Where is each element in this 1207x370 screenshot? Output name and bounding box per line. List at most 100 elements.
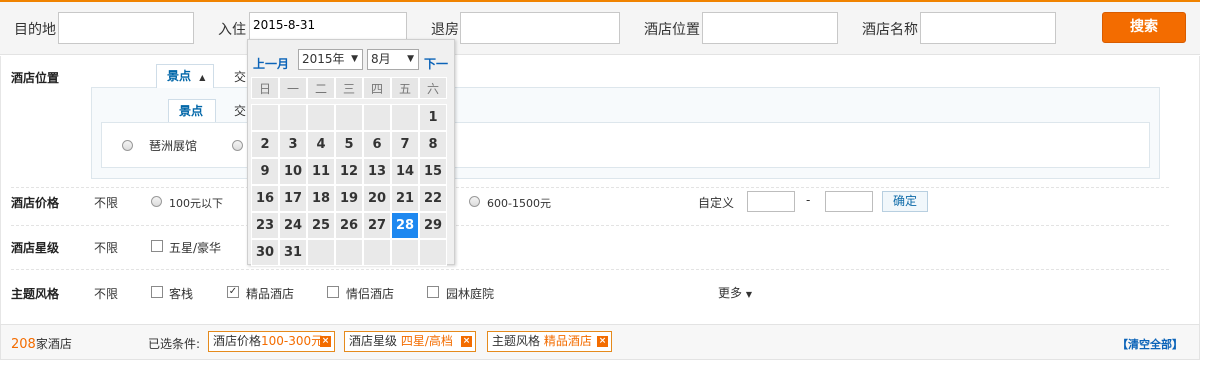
calendar-empty-cell — [363, 239, 391, 266]
tag-key: 主题风格 — [492, 334, 541, 348]
more-themes-link[interactable]: 更多 ▼ — [718, 284, 752, 301]
price-range-dash: - — [806, 193, 811, 207]
calendar-empty-cell — [391, 104, 419, 131]
calendar-day[interactable]: 4 — [307, 131, 335, 158]
calendar-day[interactable]: 9 — [251, 158, 279, 185]
theme-filter-label: 主题风格 — [11, 287, 60, 301]
result-count: 208家酒店 — [11, 335, 72, 352]
calendar-day[interactable]: 25 — [307, 212, 335, 239]
remove-tag-icon[interactable]: × — [320, 336, 331, 347]
calendar-day[interactable]: 31 — [279, 239, 307, 266]
checkbox-inn[interactable] — [151, 286, 163, 298]
weekday-header: 一 — [279, 77, 307, 99]
calendar-day[interactable]: 6 — [363, 131, 391, 158]
option-price-under-100[interactable]: 100元以下 — [169, 195, 223, 211]
calendar-day[interactable]: 22 — [419, 185, 447, 212]
radio-price-under-100[interactable] — [151, 196, 162, 207]
calendar-day[interactable]: 21 — [391, 185, 419, 212]
remove-tag-icon[interactable]: × — [597, 336, 608, 347]
option-garden[interactable]: 园林庭院 — [446, 285, 494, 302]
checkbox-garden[interactable] — [427, 286, 439, 298]
calendar-day[interactable]: 24 — [279, 212, 307, 239]
calendar-day[interactable]: 30 — [251, 239, 279, 266]
calendar-day[interactable]: 16 — [251, 185, 279, 212]
calendar-grid: 日一二三四五六 1 2 3 4 5 6 7 8 9 10 11 12 13 14 15 16 17 18 19 20 21… — [251, 77, 447, 266]
calendar-day[interactable]: 11 — [307, 158, 335, 185]
year-select[interactable]: 2015年 ▼ — [298, 49, 363, 70]
clear-all-link[interactable]: 【清空全部】 — [1117, 336, 1183, 352]
option-inn[interactable]: 客栈 — [169, 285, 193, 302]
calendar-day[interactable]: 2 — [251, 131, 279, 158]
calendar-day[interactable]: 7 — [391, 131, 419, 158]
price-min-input[interactable] — [747, 191, 795, 212]
calendar-day[interactable]: 19 — [335, 185, 363, 212]
remove-tag-icon[interactable]: × — [461, 336, 472, 347]
option-pazhou[interactable]: 琶洲展馆 — [149, 137, 197, 154]
calendar-day[interactable]: 17 — [279, 185, 307, 212]
calendar-day[interactable]: 23 — [251, 212, 279, 239]
calendar-day[interactable]: 14 — [391, 158, 419, 185]
checkin-label: 入住 — [218, 22, 246, 38]
chevron-down-icon: ▼ — [745, 290, 752, 299]
price-confirm-button[interactable]: 确定 — [882, 191, 928, 212]
calendar-empty-cell — [251, 104, 279, 131]
tab-traffic[interactable]: 交 — [234, 68, 246, 85]
calendar-day[interactable]: 27 — [363, 212, 391, 239]
more-label: 更多 — [718, 286, 743, 300]
option-couple[interactable]: 情侣酒店 — [346, 285, 394, 302]
weekday-header: 日 — [251, 77, 279, 99]
calendar-empty-cell — [335, 239, 363, 266]
checkbox-boutique[interactable]: ✓ — [227, 286, 239, 298]
location-input[interactable] — [702, 12, 838, 44]
option-boutique[interactable]: 精品酒店 — [246, 285, 294, 302]
selected-tag-theme: 主题风格 精品酒店 × — [487, 331, 612, 352]
tab-scenic-label: 景点 — [167, 69, 192, 83]
subtab-traffic[interactable]: 交 — [234, 102, 246, 119]
calendar-empty-cell — [307, 104, 335, 131]
radio-next-location[interactable] — [232, 140, 243, 151]
calendar-day[interactable]: 20 — [363, 185, 391, 212]
next-month-link[interactable]: 下一 — [424, 55, 448, 72]
weekday-header: 三 — [335, 77, 363, 99]
radio-price-600-1500[interactable] — [469, 196, 480, 207]
tag-value: 四星/高档 — [400, 334, 453, 348]
calendar-day-today[interactable]: 28 — [391, 212, 419, 239]
tab-scenic[interactable]: 景点 ▲ — [156, 64, 214, 88]
calendar-day[interactable]: 1 — [419, 104, 447, 131]
price-max-input[interactable] — [825, 191, 873, 212]
tag-key: 酒店价格 — [213, 334, 262, 348]
prev-month-link[interactable]: 上一月 — [253, 55, 289, 72]
checkout-input[interactable] — [460, 12, 620, 44]
calendar-day[interactable]: 3 — [279, 131, 307, 158]
calendar-day[interactable]: 12 — [335, 158, 363, 185]
calendar-day[interactable]: 15 — [419, 158, 447, 185]
destination-input[interactable] — [58, 12, 194, 44]
calendar-day[interactable]: 13 — [363, 158, 391, 185]
month-select[interactable]: 8月 ▼ — [367, 49, 419, 70]
search-button[interactable]: 搜索 — [1102, 12, 1186, 43]
star-unlimited[interactable]: 不限 — [94, 239, 118, 256]
checkbox-couple[interactable] — [327, 286, 339, 298]
hotel-name-input[interactable] — [920, 12, 1056, 44]
calendar-day[interactable]: 8 — [419, 131, 447, 158]
calendar-day[interactable]: 10 — [279, 158, 307, 185]
option-five-star[interactable]: 五星/豪华 — [169, 239, 221, 256]
custom-price-label: 自定义 — [698, 196, 735, 210]
calendar-empty-cell — [419, 239, 447, 266]
subtab-scenic[interactable]: 景点 — [168, 99, 216, 124]
chevron-up-icon: ▲ — [199, 73, 206, 82]
destination-label: 目的地 — [14, 22, 56, 38]
price-unlimited[interactable]: 不限 — [94, 194, 118, 211]
theme-unlimited[interactable]: 不限 — [94, 285, 118, 302]
option-price-600-1500[interactable]: 600-1500元 — [487, 195, 551, 211]
calendar-day[interactable]: 29 — [419, 212, 447, 239]
calendar-empty-cell — [391, 239, 419, 266]
calendar-day[interactable]: 26 — [335, 212, 363, 239]
filter-panel: 酒店位置 景点 ▲ 交 景点 交 琶洲展馆 酒店价格 不限 100元以下 600… — [0, 56, 1200, 324]
radio-pazhou[interactable] — [122, 140, 133, 151]
year-select-value: 2015年 — [302, 52, 345, 66]
calendar-empty-cell — [363, 104, 391, 131]
calendar-day[interactable]: 5 — [335, 131, 363, 158]
calendar-day[interactable]: 18 — [307, 185, 335, 212]
checkbox-five-star[interactable] — [151, 240, 163, 252]
